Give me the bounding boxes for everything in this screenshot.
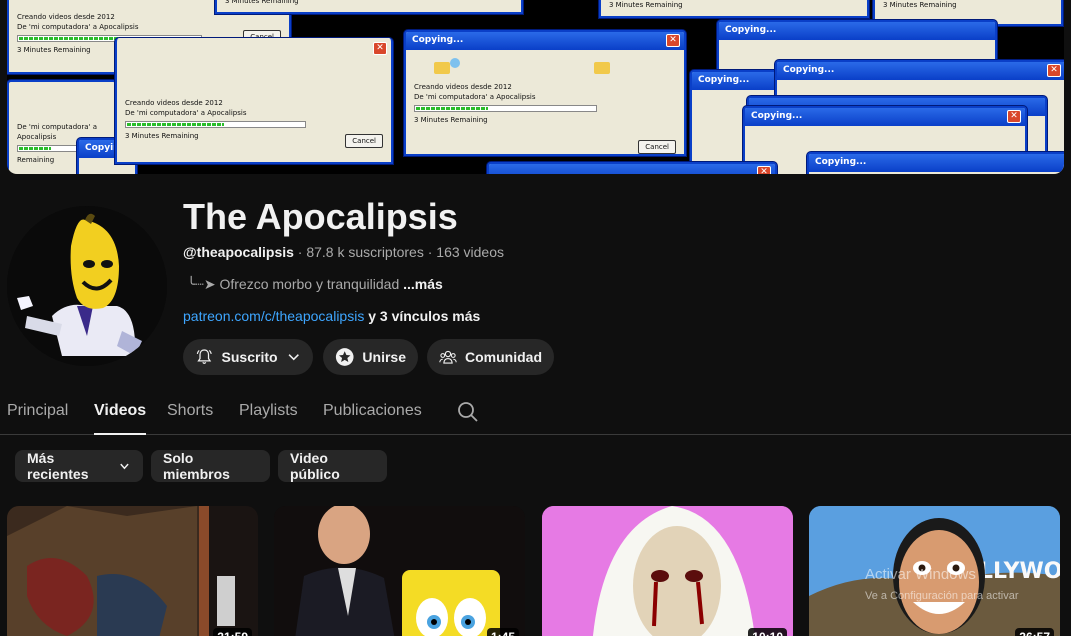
close-icon: ✕	[666, 34, 680, 47]
search-icon[interactable]	[456, 400, 480, 424]
channel-tabs: Principal Videos Shorts Playlists Public…	[0, 390, 1071, 435]
channel-meta: @theapocalipsis · 87.8 k suscriptores · …	[183, 244, 504, 260]
video-thumbnail[interactable]: 1:45	[274, 506, 525, 636]
tab-publicaciones[interactable]: Publicaciones	[323, 402, 422, 435]
banner-cancel: Cancel	[638, 140, 676, 154]
banner-window-title: Copying...	[698, 75, 750, 85]
join-label: Unirse	[362, 349, 406, 365]
community-button[interactable]: Comunidad	[427, 339, 554, 375]
video-duration: 21:59	[213, 628, 252, 636]
banner-remaining: 3 Minutes Remaining	[414, 116, 488, 124]
banner-window-title: Copying...	[725, 25, 777, 35]
banner-remaining: 3 Minutes Remaining	[883, 1, 957, 9]
banner-copy-window: Copying...	[807, 152, 1064, 174]
activation-watermark: Activar Windows	[865, 566, 976, 583]
close-icon: ✕	[1007, 110, 1021, 123]
close-icon: ✕	[757, 166, 771, 174]
video-thumbnail[interactable]: 10:10	[542, 506, 793, 636]
bell-icon	[196, 349, 212, 364]
star-badge-icon	[335, 348, 354, 366]
banner-line2: De 'mi computadora' a Apocalipsis	[414, 93, 536, 101]
channel-banner: Creando videos desde 2012 De 'mi computa…	[7, 0, 1064, 174]
subscribed-button[interactable]: Suscrito	[183, 339, 313, 375]
patreon-link[interactable]: patreon.com/c/theapocalipsis	[183, 308, 364, 324]
thumbnail-image	[7, 506, 258, 636]
tab-videos[interactable]: Videos	[94, 402, 147, 435]
banner-cancel: Cancel	[345, 134, 383, 148]
banner-line2: De 'mi computadora' a Apocalipsis	[125, 109, 247, 117]
community-label: Comunidad	[465, 349, 542, 365]
channel-links: patreon.com/c/theapocalipsis y 3 vínculo…	[183, 308, 480, 324]
activation-watermark-sub: Ve a Configuración para activar	[865, 590, 1019, 602]
tab-principal[interactable]: Principal	[7, 402, 68, 435]
chevron-down-icon	[120, 463, 129, 470]
banner-remaining: 3 Minutes Remaining	[609, 1, 683, 9]
banner-copy-window-main: Copying... ✕ Creando videos desde 2012 De…	[404, 30, 686, 156]
banner-copy-window: ✕	[487, 162, 777, 174]
channel-handle: @theapocalipsis	[183, 244, 294, 260]
tab-playlists[interactable]: Playlists	[239, 402, 298, 435]
more-links-button[interactable]: y 3 vínculos más	[364, 308, 480, 324]
video-thumbnail[interactable]: LLYWO Activar Windows Ve a Configuración…	[809, 506, 1060, 636]
video-duration: 1:45	[486, 628, 519, 636]
tab-shorts[interactable]: Shorts	[167, 402, 213, 435]
thumbnail-image	[274, 506, 525, 636]
chevron-down-icon	[288, 354, 299, 361]
svg-text:LLYWO: LLYWO	[979, 559, 1060, 584]
members-only-label: Solo miembros	[163, 450, 230, 482]
banner-line1: Creando videos desde 2012	[125, 99, 223, 107]
banner-window-title: Copying...	[815, 157, 867, 167]
banner-copy-window: 3 Minutes Remaining	[599, 0, 869, 18]
join-button[interactable]: Unirse	[323, 339, 418, 375]
subscribed-label: Suscrito	[221, 349, 278, 365]
video-thumbnail[interactable]: 21:59	[7, 506, 258, 636]
description-more-link[interactable]: ...más	[403, 276, 443, 292]
public-video-chip[interactable]: Video público	[278, 450, 387, 482]
video-duration: 10:10	[748, 628, 787, 636]
description-text: ╰┈➤ Ofrezco morbo y tranquilidad	[187, 276, 400, 292]
thumbnail-image	[542, 506, 793, 636]
banner-copy-window: ✕ Creando videos desde 2012 De 'mi compu…	[115, 38, 393, 164]
members-only-chip[interactable]: Solo miembros	[151, 450, 270, 482]
banner-line2: De 'mi computadora' a Apocalipsis	[17, 23, 139, 31]
people-icon	[439, 350, 457, 364]
banana-mascot-image	[7, 206, 167, 366]
channel-stats: · 87.8 k suscriptores · 163 videos	[293, 244, 505, 260]
sort-label: Más recientes	[27, 450, 89, 482]
banner-line1: Creando videos desde 2012	[414, 83, 512, 91]
video-duration: 26:57	[1015, 628, 1054, 636]
sort-dropdown[interactable]: Más recientes	[15, 450, 143, 482]
public-video-label: Video público	[290, 450, 340, 482]
banner-copy-window: 3 Minutes Remaining	[215, 0, 523, 14]
channel-avatar[interactable]	[7, 206, 167, 366]
channel-description[interactable]: ╰┈➤ Ofrezco morbo y tranquilidad ...más	[187, 276, 443, 293]
channel-title: The Apocalipsis	[183, 196, 458, 237]
banner-window-title: Copying...	[751, 111, 803, 121]
banner-remaining: 3 Minutes Remaining	[225, 0, 299, 5]
close-icon: ✕	[1047, 64, 1061, 77]
banner-window-title: Copying...	[412, 35, 464, 45]
banner-window-title: Copying...	[783, 65, 835, 75]
